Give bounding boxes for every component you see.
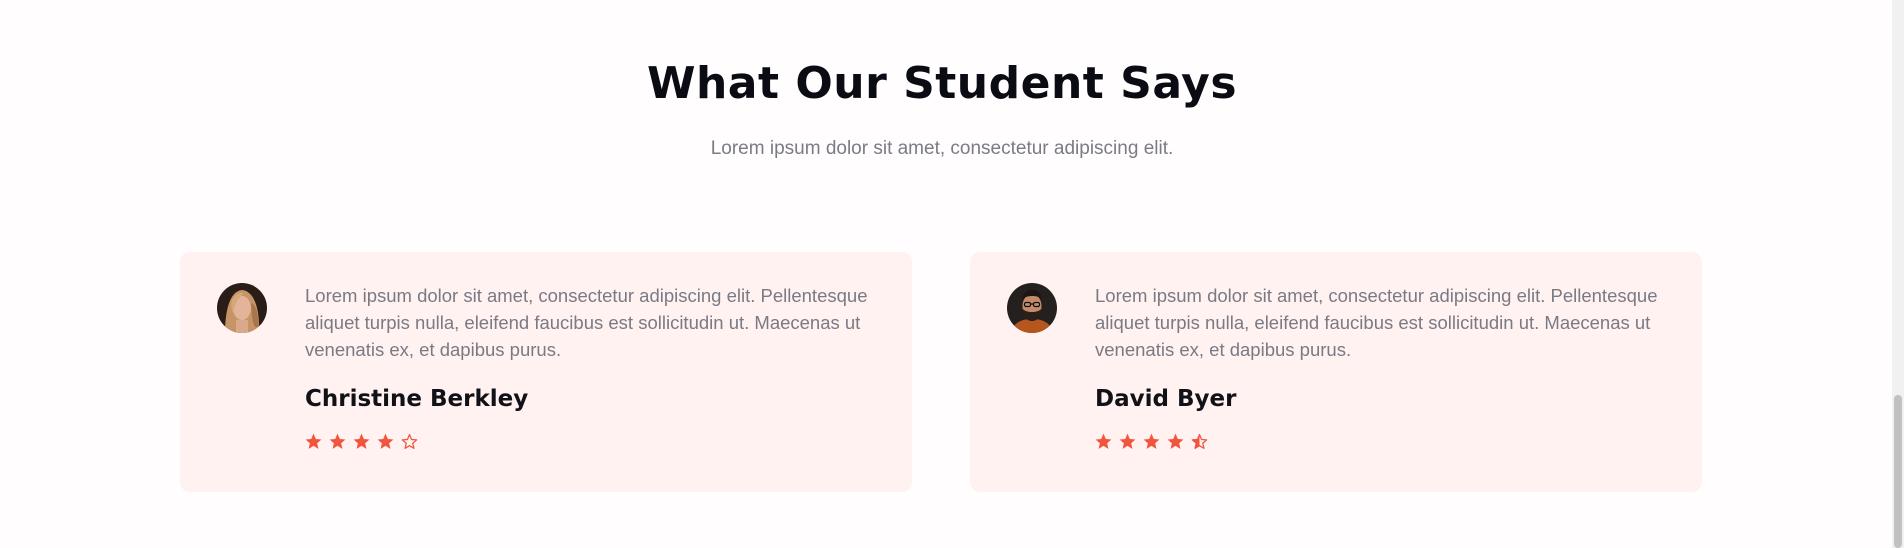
- reviewer-name: David Byer: [1095, 386, 1237, 412]
- rating-stars: [304, 432, 419, 451]
- avatar: [217, 283, 267, 333]
- star-filled-icon: [1095, 433, 1112, 449]
- section-title: What Our Student Says: [646, 58, 1238, 109]
- reviewer-name: Christine Berkley: [305, 386, 529, 412]
- star-outline-icon: [401, 433, 418, 449]
- star-filled-icon: [305, 433, 322, 449]
- star-filled-icon: [1167, 433, 1184, 449]
- section-subtitle: Lorem ipsum dolor sit amet, consectetur …: [710, 138, 1174, 159]
- testimonial-card: Lorem ipsum dolor sit amet, consectetur …: [970, 252, 1702, 492]
- page-scrollbar[interactable]: [1892, 0, 1904, 548]
- testimonials-section: What Our Student Says Lorem ipsum dolor …: [0, 0, 1904, 548]
- star-filled-icon: [1143, 433, 1160, 449]
- testimonial-card: Lorem ipsum dolor sit amet, consectetur …: [180, 252, 912, 492]
- scrollbar-thumb[interactable]: [1894, 395, 1902, 548]
- rating-stars: [1094, 432, 1209, 451]
- star-filled-icon: [1119, 433, 1136, 449]
- testimonial-quote: Lorem ipsum dolor sit amet, consectetur …: [1095, 285, 1658, 360]
- star-filled-icon: [377, 433, 394, 449]
- star-half-icon: [1191, 433, 1208, 449]
- testimonial-quote: Lorem ipsum dolor sit amet, consectetur …: [305, 285, 868, 360]
- star-filled-icon: [353, 433, 370, 449]
- star-filled-icon: [329, 433, 346, 449]
- avatar: [1007, 283, 1057, 333]
